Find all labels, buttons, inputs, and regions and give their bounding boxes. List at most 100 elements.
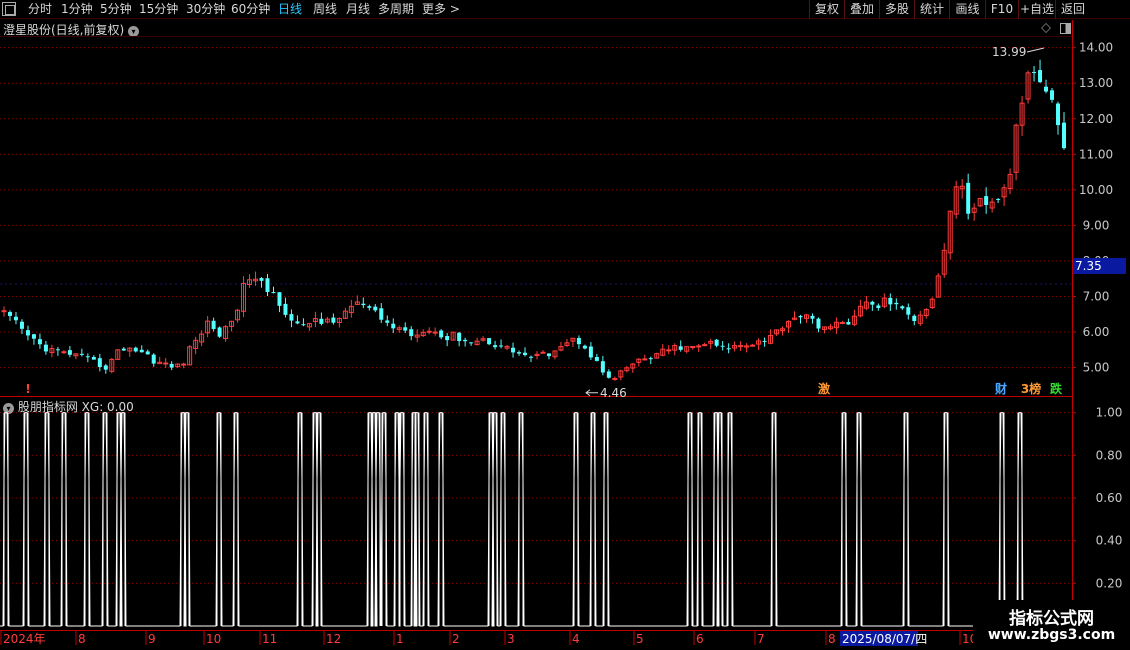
candle-body-down	[648, 358, 653, 360]
date-tick-label: 7	[757, 632, 765, 646]
low-price-arrow	[585, 389, 598, 397]
candle-body-down	[259, 277, 264, 281]
candle-body-down	[271, 292, 276, 294]
candle-body-down	[798, 316, 803, 318]
candle-body-down	[97, 358, 102, 368]
candle-body-down	[391, 323, 396, 329]
candle-body-down	[493, 345, 498, 348]
candle-body-down	[289, 314, 294, 321]
candle-body-up	[839, 322, 845, 325]
event-marker: 3榜	[1021, 381, 1041, 396]
candle-body-down	[211, 320, 216, 330]
candle-body-down	[403, 327, 408, 331]
candle-body-down	[576, 338, 581, 345]
price-tick-label: 13.00	[1079, 76, 1113, 90]
candle-body-up	[540, 351, 546, 354]
price-tick-label: 9.00	[1083, 218, 1110, 232]
candle-body-up	[612, 377, 618, 380]
candle-body-down	[900, 306, 905, 309]
candle-body-down	[678, 346, 683, 350]
date-tick-label: 8	[828, 632, 836, 646]
date-tick-label: 12	[326, 632, 341, 646]
candle-body-down	[439, 330, 444, 338]
candle-body-down	[31, 334, 36, 339]
candle-body-up	[690, 346, 696, 349]
candle-body-down	[67, 350, 72, 355]
candle-body-down	[457, 332, 462, 342]
candle-body-down	[588, 346, 593, 358]
candle-body-down	[1038, 70, 1043, 83]
date-tick-label: 3	[507, 632, 515, 646]
price-tick-label: 5.00	[1083, 361, 1110, 375]
candle-body-down	[720, 345, 725, 347]
candle-body-down	[319, 318, 324, 324]
candle-body-down	[499, 345, 504, 347]
candle-body-down	[55, 349, 60, 351]
candle-body-up	[702, 344, 708, 347]
candle-body-down	[546, 353, 551, 357]
candle-body-down	[103, 365, 108, 370]
candle-body-down	[517, 352, 522, 354]
candle-body-down	[1056, 103, 1061, 126]
candle-body-down	[85, 356, 90, 358]
watermark-logo: 指标公式网	[1009, 609, 1094, 629]
candle-body-down	[594, 356, 599, 361]
candle-body-down	[511, 347, 516, 353]
candle-body-down	[37, 339, 42, 345]
date-tick-label: 6	[696, 632, 704, 646]
price-tick-label: 6.00	[1083, 325, 1110, 339]
candle-body-down	[870, 301, 875, 305]
candle-body-down	[846, 322, 851, 325]
current-price-label: 7.35	[1073, 258, 1126, 274]
candle-body-down	[169, 363, 174, 368]
candle-body-down	[606, 371, 611, 378]
candle-body-down	[816, 318, 821, 329]
candle-body-down	[295, 321, 300, 324]
candle-body-down	[600, 361, 605, 373]
candle-body-down	[379, 308, 384, 320]
candle-body-down	[133, 347, 138, 352]
candle-body-down	[726, 348, 731, 350]
candle-body-down	[966, 182, 971, 214]
candle-body-up	[181, 363, 187, 366]
price-tick-label: 12.00	[1079, 112, 1113, 126]
high-price-label: 13.99	[992, 45, 1026, 59]
candle-body-down	[409, 329, 414, 337]
event-marker: 跌	[1050, 381, 1063, 396]
candle-body-up	[61, 351, 67, 354]
candle-body-down	[912, 315, 917, 322]
candle-body-down	[894, 302, 899, 305]
date-tick-label: 9	[148, 632, 156, 646]
low-price-label: 4.46	[600, 386, 627, 400]
indicator-tick-label: 1.00	[1096, 406, 1123, 420]
price-tick-label: 11.00	[1079, 147, 1113, 161]
candle-body-down	[373, 306, 378, 311]
candle-body-down	[487, 338, 492, 345]
candle-body-down	[1032, 71, 1037, 73]
candle-body-down	[1062, 122, 1066, 149]
indicator-tick-label: 0.60	[1096, 491, 1123, 505]
candle-body-down	[79, 353, 84, 355]
candle-body-down	[367, 306, 372, 308]
candle-body-down	[277, 292, 282, 306]
candle-body-down	[13, 316, 18, 321]
event-marker: 激	[818, 381, 830, 396]
candle-body-up	[738, 345, 744, 348]
candle-body-down	[1050, 90, 1055, 100]
candle-body-down	[582, 345, 587, 349]
candle-body-up	[1, 310, 7, 313]
date-tick-label: 1	[396, 632, 404, 646]
candle-body-down	[463, 339, 468, 342]
candle-body-down	[469, 342, 474, 344]
high-price-arrow	[1026, 47, 1045, 53]
candle-body-down	[876, 305, 881, 308]
date-tick-label: 4	[572, 632, 580, 646]
candle-body-down	[25, 330, 30, 336]
candle-body-down	[714, 339, 719, 346]
event-marker: 财	[994, 381, 1007, 396]
candle-body-down	[151, 354, 156, 364]
candle-body-up	[750, 344, 756, 347]
candle-body-down	[91, 356, 96, 360]
panel-toggle-icon[interactable]	[1060, 23, 1071, 34]
indicator-tick-label: 0.80	[1096, 448, 1123, 462]
